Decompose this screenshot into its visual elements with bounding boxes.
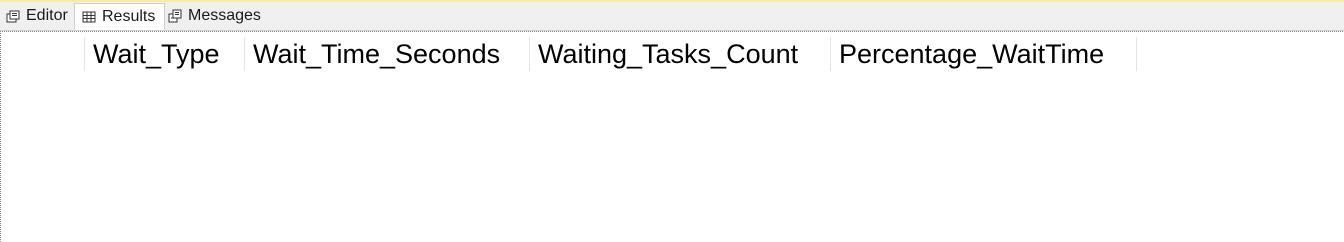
column-header-wait-type[interactable]: Wait_Type [84, 37, 244, 71]
column-header-waiting-tasks-count[interactable]: Waiting_Tasks_Count [529, 37, 830, 71]
tab-results-label: Results [102, 7, 156, 25]
tab-messages-label: Messages [188, 7, 261, 24]
messages-icon [168, 9, 182, 23]
tab-messages[interactable]: Messages [168, 4, 261, 28]
editor-icon [6, 9, 20, 23]
grid-header-row: Wait_Type Wait_Time_Seconds Waiting_Task… [84, 37, 1137, 71]
column-header-percentage-waittime[interactable]: Percentage_WaitTime [830, 37, 1137, 71]
tab-editor-label: Editor [26, 7, 68, 24]
results-grid[interactable]: Wait_Type Wait_Time_Seconds Waiting_Task… [0, 31, 1343, 242]
column-header-wait-time-seconds[interactable]: Wait_Time_Seconds [244, 37, 529, 71]
tab-editor[interactable]: Editor [4, 4, 68, 28]
tab-results[interactable]: Results [74, 3, 165, 30]
result-tabs-bar: Editor Results Messages [0, 2, 1344, 31]
grid-icon [82, 10, 96, 24]
